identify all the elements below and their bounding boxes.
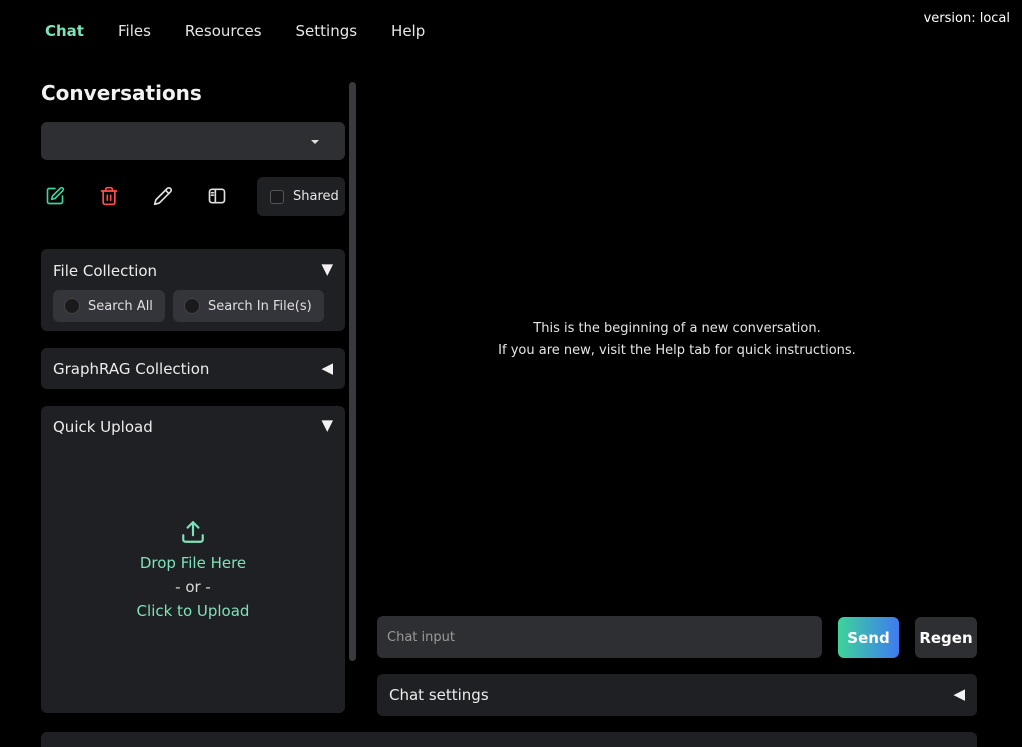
send-button[interactable]: Send [838,617,899,658]
version-label: version: local [923,11,1010,26]
quick-upload-title[interactable]: Quick Upload [53,418,153,436]
shared-toggle[interactable]: Shared [257,177,345,216]
search-all-label: Search All [88,298,153,314]
chat-settings-panel[interactable]: Chat settings ◀ [377,674,977,716]
toggle-panel-button[interactable] [206,185,228,207]
upload-icon [182,521,204,543]
graphrag-collection-title: GraphRAG Collection [53,360,210,378]
tab-files[interactable]: Files [118,22,151,40]
drop-file-text: Drop File Here [139,554,247,572]
chat-settings-title: Chat settings [389,686,489,704]
top-nav: Chat Files Resources Settings Help [45,22,425,40]
conversations-heading: Conversations [41,81,202,105]
graphrag-collection-panel[interactable]: GraphRAG Collection ◀ [41,348,345,389]
pencil-icon [153,187,172,206]
or-separator: - or - [175,578,211,596]
empty-message-line2: If you are new, visit the Help tab for q… [498,343,856,358]
file-collection-title[interactable]: File Collection [53,262,157,280]
chat-input[interactable] [377,616,822,658]
radio-icon [64,298,80,314]
regen-button[interactable]: Regen [915,617,977,658]
quick-upload-panel: Quick Upload ▼ Drop File Here - or - Cli… [41,406,345,713]
rename-conversation-button[interactable] [152,185,174,207]
tab-resources[interactable]: Resources [185,22,262,40]
sidebar-scrollbar[interactable] [349,82,356,661]
search-in-files-option[interactable]: Search In File(s) [173,290,324,322]
tab-help[interactable]: Help [391,22,425,40]
new-conversation-icon [46,186,65,205]
delete-conversation-button[interactable] [98,185,120,207]
empty-conversation-message: This is the beginning of a new conversat… [377,318,977,362]
collapse-icon[interactable]: ▼ [321,416,333,434]
sidebar-toggle-icon [208,188,226,204]
collapse-icon[interactable]: ▼ [321,260,333,278]
shared-label: Shared [293,189,339,204]
sidebar: Conversations [41,78,345,105]
search-in-files-label: Search In File(s) [208,298,312,314]
file-collection-panel: File Collection ▼ Search All Search In F… [41,249,345,331]
chevron-down-icon [311,140,319,144]
conversation-select[interactable] [41,122,345,160]
bottom-panel [41,732,977,747]
file-drop-zone[interactable]: Drop File Here - or - Click to Upload [41,519,345,623]
trash-icon [100,186,118,206]
click-to-upload-text: Click to Upload [136,602,250,620]
new-conversation-button[interactable] [44,185,66,207]
radio-icon [184,298,200,314]
expand-icon[interactable]: ◀ [321,359,333,377]
expand-icon[interactable]: ◀ [953,685,965,703]
empty-message-line1: This is the beginning of a new conversat… [533,321,821,336]
search-all-option[interactable]: Search All [53,290,165,322]
shared-checkbox[interactable] [270,189,284,204]
tab-settings[interactable]: Settings [296,22,358,40]
tab-chat[interactable]: Chat [45,22,84,40]
